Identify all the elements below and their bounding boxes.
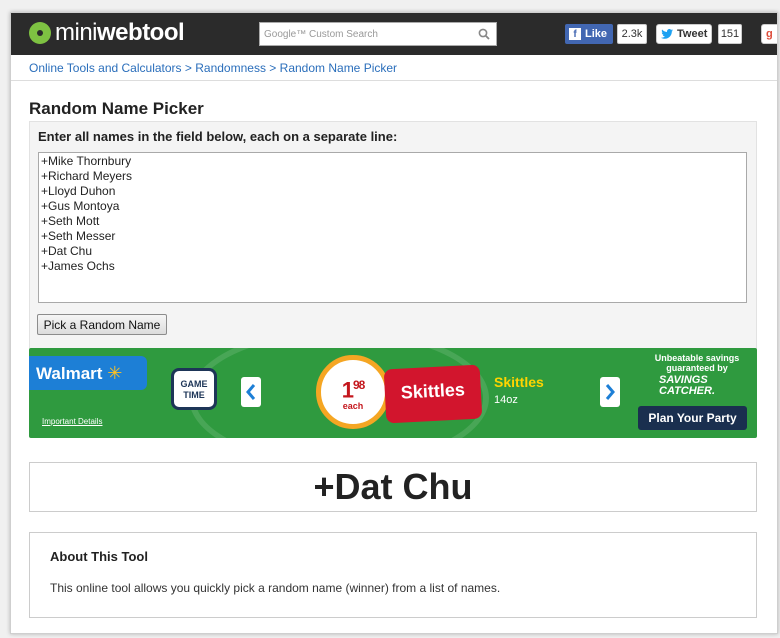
- product-size: 14oz: [494, 394, 518, 406]
- logo-text: miniwebtool: [55, 19, 185, 46]
- divider: [11, 80, 777, 81]
- price-badge: 198 each: [316, 355, 390, 429]
- site-logo[interactable]: miniwebtool: [29, 19, 185, 46]
- tweet-button[interactable]: Tweet: [656, 24, 712, 44]
- skittles-product-image[interactable]: Skittles: [383, 364, 483, 424]
- game-time-badge: GAME TIME: [171, 368, 217, 410]
- pick-random-name-button[interactable]: Pick a Random Name: [37, 314, 167, 335]
- search-box: [259, 22, 497, 46]
- savings-tagline: Unbeatable savings guaranteed by: [654, 353, 740, 373]
- ad-previous-button[interactable]: [241, 377, 261, 407]
- about-title: About This Tool: [50, 549, 148, 564]
- top-bar: miniwebtool f Like 2.3k Tweet 151 g: [11, 13, 777, 55]
- game-time-line-2: TIME: [183, 390, 205, 400]
- chevron-right-icon: [605, 384, 615, 400]
- page-title: Random Name Picker: [29, 99, 204, 118]
- facebook-icon: f: [569, 28, 581, 40]
- tweet-label: Tweet: [677, 28, 708, 40]
- walmart-spark-icon: ✳: [107, 363, 123, 383]
- important-details-link[interactable]: Important Details: [42, 417, 102, 426]
- price-each-label: each: [342, 401, 364, 412]
- walmart-label: Walmart: [36, 364, 103, 383]
- savings-catcher-logo: SAVINGS CATCHER.: [659, 374, 716, 397]
- picked-name-result: +Dat Chu: [29, 462, 757, 512]
- price-value: 198: [341, 377, 366, 403]
- page-frame: miniwebtool f Like 2.3k Tweet 151 g Onli…: [10, 12, 778, 634]
- gear-logo-icon: [29, 22, 51, 44]
- tool-form: Enter all names in the field below, each…: [29, 121, 757, 349]
- facebook-like-count: 2.3k: [617, 24, 647, 44]
- facebook-like-button[interactable]: f Like: [565, 24, 613, 44]
- twitter-bird-icon: [661, 29, 673, 39]
- walmart-logo[interactable]: Walmart ✳: [29, 356, 147, 390]
- ad-next-button[interactable]: [600, 377, 620, 407]
- breadcrumb-separator: >: [269, 61, 277, 75]
- breadcrumb-link-random-name-picker[interactable]: Random Name Picker: [280, 61, 397, 75]
- search-input[interactable]: [260, 24, 470, 44]
- instruction-label: Enter all names in the field below, each…: [38, 129, 398, 144]
- about-text: This online tool allows you quickly pick…: [50, 581, 501, 595]
- chevron-left-icon: [246, 384, 256, 400]
- search-icon[interactable]: [478, 28, 490, 40]
- game-time-line-1: GAME: [180, 379, 208, 389]
- about-section: About This Tool This online tool allows …: [29, 532, 757, 618]
- breadcrumb-link-tools[interactable]: Online Tools and Calculators: [29, 61, 182, 75]
- facebook-like-label: Like: [585, 28, 608, 40]
- plan-your-party-button[interactable]: Plan Your Party: [638, 406, 747, 430]
- breadcrumb: Online Tools and Calculators > Randomnes…: [29, 61, 397, 75]
- breadcrumb-link-randomness[interactable]: Randomness: [195, 61, 266, 75]
- google-plus-button[interactable]: g: [761, 24, 777, 44]
- breadcrumb-separator: >: [184, 61, 192, 75]
- product-name: Skittles: [494, 374, 544, 390]
- names-textarea[interactable]: +Mike Thornbury +Richard Meyers +Lloyd D…: [38, 152, 747, 303]
- tweet-count: 151: [718, 24, 742, 44]
- walmart-ad-banner[interactable]: Walmart ✳ Important Details GAME TIME 19…: [29, 348, 757, 438]
